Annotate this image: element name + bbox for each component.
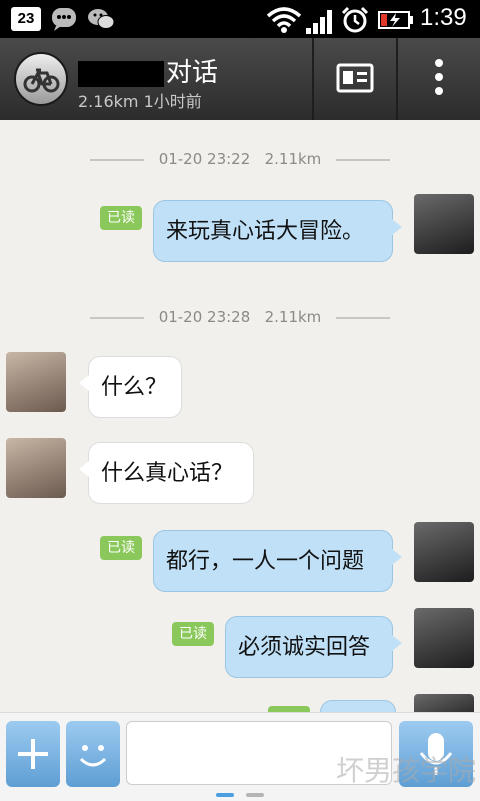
title-text: 对话	[166, 58, 219, 88]
emoji-icon	[79, 745, 107, 767]
signal-icon	[306, 10, 332, 34]
clock: 1:39	[420, 4, 467, 31]
divider-date: 01-20 23:28	[158, 308, 251, 326]
wifi-icon	[266, 7, 302, 33]
message-bubble-outgoing[interactable]: 都行，一人一个问题	[153, 530, 402, 592]
chat-header: 对话 2.16km 1小时前	[0, 38, 480, 120]
profile-card-icon	[336, 63, 374, 93]
calendar-icon: 23	[11, 7, 41, 31]
divider-distance: 2.11km	[264, 308, 322, 326]
message-bubble-incoming[interactable]: 什么？	[79, 356, 182, 418]
more-button[interactable]	[398, 38, 480, 120]
contact-message-avatar[interactable]	[6, 352, 66, 412]
message-list[interactable]: 01-20 23:22 2.11km 已读 来玩真心话大冒险。 01-20 23…	[0, 120, 480, 712]
battery-icon	[378, 11, 413, 29]
add-attachment-button[interactable]	[6, 721, 60, 787]
page-indicator-dot	[246, 793, 264, 797]
page-indicator-dot-active	[216, 793, 234, 797]
my-avatar[interactable]	[414, 694, 474, 712]
contact-avatar[interactable]	[14, 52, 68, 106]
message-bubble-incoming[interactable]: 什么真心话？	[79, 442, 254, 504]
my-avatar[interactable]	[414, 194, 474, 254]
plus-icon	[18, 739, 48, 769]
contact-title: 对话	[78, 52, 218, 89]
divider-date: 01-20 23:22	[158, 150, 251, 168]
contact-subtitle: 2.16km 1小时前	[78, 92, 202, 111]
my-avatar[interactable]	[414, 608, 474, 668]
read-badge: 已读	[172, 622, 214, 646]
read-badge: 已读	[100, 536, 142, 560]
contact-message-avatar[interactable]	[6, 438, 66, 498]
message-icon	[52, 8, 76, 31]
time-divider: 01-20 23:28 2.11km	[0, 308, 480, 328]
redacted-name	[78, 60, 164, 87]
alarm-icon	[341, 6, 369, 33]
more-vertical-icon	[435, 59, 443, 95]
profile-card-button[interactable]	[314, 38, 396, 120]
time-divider: 01-20 23:22 2.11km	[0, 150, 480, 170]
divider-distance: 2.11km	[264, 150, 322, 168]
message-bubble-partial[interactable]	[320, 700, 396, 712]
input-bar: 坏男孩学院	[0, 712, 480, 801]
my-avatar[interactable]	[414, 522, 474, 582]
emoji-button[interactable]	[66, 721, 120, 787]
bicycle-icon	[23, 68, 60, 93]
message-bubble-outgoing[interactable]: 来玩真心话大冒险。	[153, 200, 402, 262]
status-bar: 23 1:39	[0, 0, 480, 38]
watermark: 坏男孩学院	[336, 754, 477, 787]
read-badge: 已读	[100, 206, 142, 230]
wechat-icon	[88, 9, 115, 29]
message-bubble-outgoing[interactable]: 必须诚实回答	[225, 616, 402, 678]
